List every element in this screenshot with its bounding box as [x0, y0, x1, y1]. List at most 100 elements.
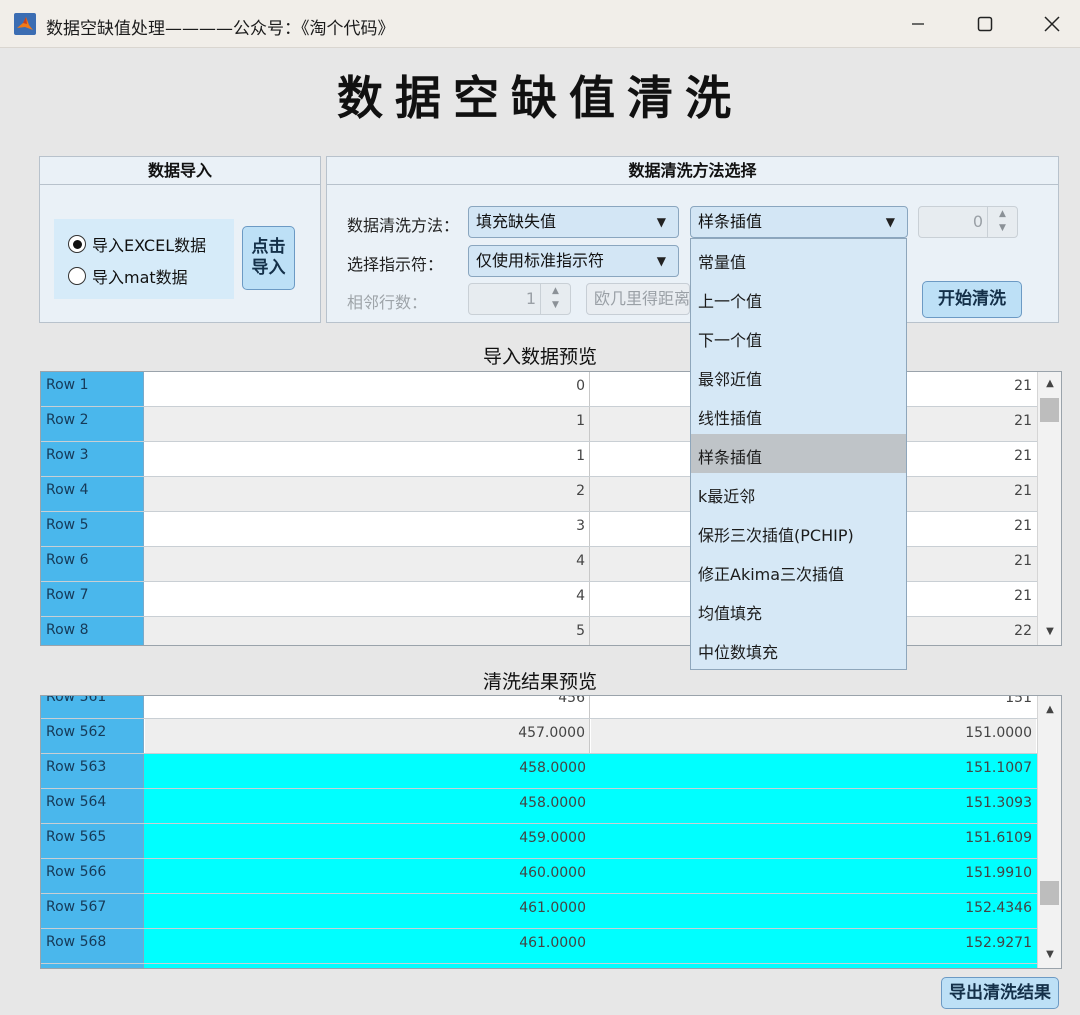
spinner-down-icon[interactable]: ▼ — [999, 223, 1006, 233]
table-cell[interactable]: 3 — [145, 512, 590, 546]
table-cell[interactable]: 461.0000 — [145, 929, 590, 963]
import-panel-header: 数据导入 — [40, 157, 320, 185]
neighbor-spinner[interactable]: 1 ▲ ▼ — [468, 283, 571, 315]
radio-excel[interactable]: 导入EXCEL数据 — [68, 232, 206, 256]
table-row[interactable]: Row 561 456 151 — [41, 696, 1037, 719]
menu-item[interactable]: 最邻近值 — [691, 356, 906, 395]
submethod-dropdown[interactable]: 样条插值 ▼ — [690, 206, 908, 238]
table-cell[interactable]: 4 — [145, 547, 590, 581]
row-header: Row 7 — [41, 582, 144, 616]
import-radio-group: 导入EXCEL数据 导入mat数据 — [54, 219, 234, 299]
table-row[interactable]: Row 565 459.0000 151.6109 — [41, 824, 1037, 859]
menu-item[interactable]: 保形三次插值(PCHIP) — [691, 512, 906, 551]
table-cell[interactable]: 151.6109 — [591, 824, 1036, 858]
radio-mat[interactable]: 导入mat数据 — [68, 264, 188, 288]
chevron-down-icon: ▼ — [885, 215, 895, 229]
method-dropdown-value: 填充缺失值 — [476, 212, 557, 231]
table-cell[interactable]: 152.4346 — [591, 894, 1036, 928]
spinner-down-icon[interactable]: ▼ — [552, 300, 559, 310]
spinner-up-icon[interactable]: ▲ — [999, 209, 1006, 219]
menu-item[interactable]: 线性插值 — [691, 395, 906, 434]
table-row[interactable]: Row 562 457.0000 151.0000 — [41, 719, 1037, 754]
radio-mat-circle[interactable] — [68, 267, 86, 285]
method-dropdown[interactable]: 填充缺失值 ▼ — [468, 206, 679, 238]
spinner-up-icon[interactable]: ▲ — [552, 286, 559, 296]
row-header: Row 562 — [41, 719, 144, 753]
table-row[interactable]: Row 564 458.0000 151.3093 — [41, 789, 1037, 824]
table-row[interactable]: Row 566 460.0000 151.9910 — [41, 859, 1037, 894]
minimize-icon — [912, 23, 924, 25]
table-cell[interactable]: 461.0000 — [145, 894, 590, 928]
scroll-down-icon[interactable]: ▼ — [1038, 626, 1061, 637]
chevron-down-icon: ▼ — [656, 215, 666, 229]
result-table-scrollbar[interactable]: ▲ ▼ — [1037, 696, 1061, 968]
row-header — [41, 964, 144, 968]
table-cell[interactable]: 459.0000 — [145, 824, 590, 858]
title-bar: 数据空缺值处理————公众号：《淘个代码》 — [0, 0, 1080, 48]
spinner-arrows[interactable]: ▲ ▼ — [987, 207, 1017, 237]
table-cell[interactable]: 457.0000 — [145, 719, 590, 753]
row-header: Row 561 — [41, 696, 144, 718]
close-button[interactable] — [1022, 6, 1080, 42]
export-button[interactable]: 导出清洗结果 — [941, 977, 1059, 1009]
menu-item[interactable]: 中位数填充 — [691, 629, 906, 668]
import-table-scrollbar[interactable]: ▲ ▼ — [1037, 372, 1061, 645]
row-header: Row 3 — [41, 442, 144, 476]
menu-item[interactable]: 样条插值 — [691, 434, 906, 473]
menu-item[interactable]: 修正Akima三次插值 — [691, 551, 906, 590]
close-icon — [1044, 16, 1060, 32]
menu-item[interactable]: k最近邻 — [691, 473, 906, 512]
table-cell[interactable]: 460.0000 — [145, 859, 590, 893]
table-cell[interactable]: 151.1007 — [591, 754, 1036, 788]
table-cell[interactable]: 5 — [145, 617, 590, 645]
row-header: Row 4 — [41, 477, 144, 511]
start-clean-button[interactable]: 开始清洗 — [922, 281, 1022, 318]
constant-spinner[interactable]: 0 ▲ ▼ — [918, 206, 1018, 238]
menu-item[interactable]: 上一个值 — [691, 278, 906, 317]
neighbor-spinner-value: 1 — [525, 289, 536, 308]
row-header: Row 566 — [41, 859, 144, 893]
scroll-down-icon[interactable]: ▼ — [1038, 949, 1061, 960]
result-preview-title: 清洗结果预览 — [482, 671, 597, 693]
menu-item[interactable]: 下一个值 — [691, 317, 906, 356]
table-cell[interactable]: 151.3093 — [591, 789, 1036, 823]
radio-selected-dot — [72, 239, 82, 249]
scroll-up-icon[interactable]: ▲ — [1038, 704, 1061, 715]
table-cell[interactable]: 458.0000 — [145, 789, 590, 823]
window-title: 数据空缺值处理————公众号：《淘个代码》 — [46, 19, 395, 39]
row-header: Row 6 — [41, 547, 144, 581]
table-row-partial — [41, 964, 1037, 968]
table-cell[interactable]: 458.0000 — [145, 754, 590, 788]
maximize-button[interactable] — [955, 6, 1015, 42]
scroll-thumb[interactable] — [1040, 398, 1059, 422]
scroll-thumb[interactable] — [1040, 881, 1059, 905]
scroll-up-icon[interactable]: ▲ — [1038, 378, 1061, 389]
table-row[interactable]: Row 568 461.0000 152.9271 — [41, 929, 1037, 964]
spinner-arrows[interactable]: ▲ ▼ — [540, 284, 570, 314]
table-cell[interactable]: 151 — [591, 696, 1036, 718]
minimize-button[interactable] — [888, 6, 948, 42]
import-button[interactable]: 点击 导入 — [242, 226, 295, 290]
method-panel-header: 数据清洗方法选择 — [327, 157, 1058, 185]
table-cell[interactable]: 1 — [145, 442, 590, 476]
table-cell[interactable]: 151.9910 — [591, 859, 1036, 893]
distance-dropdown[interactable]: 欧几里得距离 — [586, 283, 690, 315]
row-header: Row 565 — [41, 824, 144, 858]
submethod-dropdown-menu: 常量值 上一个值 下一个值 最邻近值 线性插值 样条插值 k最近邻 保形三次插值(PCHIP)… — [690, 238, 907, 670]
table-cell[interactable]: 1 — [145, 407, 590, 441]
page-title: 数据空缺值清洗 — [337, 71, 743, 125]
table-row[interactable]: Row 563 458.0000 151.1007 — [41, 754, 1037, 789]
indicator-dropdown[interactable]: 仅使用标准指示符 ▼ — [468, 245, 679, 277]
table-cell[interactable]: 0 — [145, 372, 590, 406]
menu-item[interactable]: 常量值 — [691, 239, 906, 278]
menu-item[interactable]: 均值填充 — [691, 590, 906, 629]
table-cell[interactable]: 152.9271 — [591, 929, 1036, 963]
radio-excel-circle[interactable] — [68, 235, 86, 253]
table-cell[interactable]: 456 — [145, 696, 590, 718]
table-row[interactable]: Row 567 461.0000 152.4346 — [41, 894, 1037, 929]
import-panel: 数据导入 导入EXCEL数据 导入mat数据 点击 导入 — [39, 156, 321, 323]
row-header: Row 5 — [41, 512, 144, 546]
table-cell[interactable]: 4 — [145, 582, 590, 616]
table-cell[interactable]: 2 — [145, 477, 590, 511]
table-cell[interactable]: 151.0000 — [591, 719, 1036, 753]
